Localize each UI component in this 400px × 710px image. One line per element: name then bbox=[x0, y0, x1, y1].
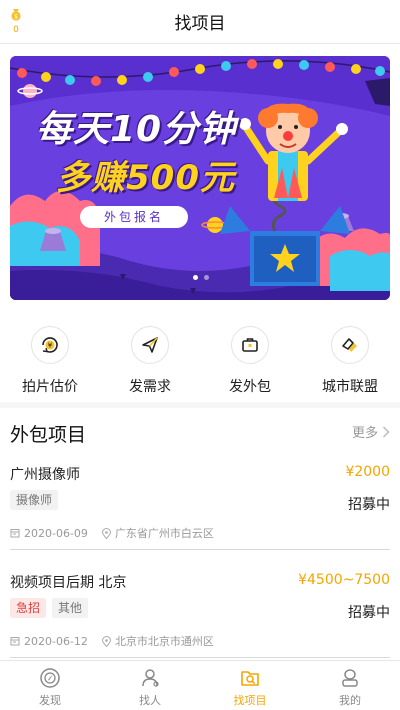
action-label: 城市联盟 bbox=[322, 379, 378, 395]
svg-text:¥: ¥ bbox=[48, 342, 53, 350]
folder-search-icon bbox=[241, 671, 259, 686]
coin-count: 0 bbox=[13, 25, 19, 35]
compass-icon bbox=[40, 668, 60, 688]
carousel-dot-1[interactable] bbox=[193, 275, 198, 280]
chevron-right-icon bbox=[382, 425, 390, 438]
project-card[interactable]: 视频项目后期 北京 ¥4500~7500 急招 其他 招募中 2020-06-1… bbox=[10, 572, 390, 658]
person-icon bbox=[142, 669, 159, 687]
more-label: 更多 bbox=[351, 426, 378, 441]
profile-icon bbox=[342, 669, 358, 687]
carousel-indicator[interactable] bbox=[193, 275, 209, 280]
project-status: 招募中 bbox=[348, 605, 390, 621]
banner-subheadline: 多赚500元 bbox=[56, 158, 235, 198]
calendar-icon bbox=[10, 637, 20, 646]
action-photo-estimate[interactable]: ¥ 拍片估价 bbox=[0, 326, 100, 396]
project-status: 招募中 bbox=[348, 497, 390, 513]
more-link[interactable]: 更多 bbox=[352, 422, 390, 441]
carousel-dot-2[interactable] bbox=[204, 275, 209, 280]
project-location: 北京市北京市通州区 bbox=[114, 635, 214, 648]
project-price: ¥2000 bbox=[345, 464, 390, 480]
top-bar: $ 0 找项目 bbox=[0, 0, 400, 44]
banner-headline: 每天10分钟 bbox=[36, 109, 237, 150]
project-meta: 2020-06-12 北京市北京市通州区 bbox=[10, 633, 214, 649]
tab-find-people[interactable]: 找人 bbox=[100, 661, 200, 710]
bottom-tab-bar: 发现 找人 找项目 我的 bbox=[0, 660, 400, 710]
action-post-outsource[interactable]: 发外包 bbox=[200, 326, 300, 396]
location-pin-icon bbox=[101, 635, 111, 647]
section-title: 外包项目 bbox=[10, 424, 87, 446]
project-price: ¥4500~7500 bbox=[298, 572, 390, 588]
project-location: 广东省广州市白云区 bbox=[114, 527, 214, 540]
project-meta: 2020-06-09 广东省广州市白云区 bbox=[10, 525, 214, 541]
action-label: 发外包 bbox=[229, 379, 271, 395]
handshake-icon bbox=[331, 326, 369, 364]
project-date: 2020-06-09 bbox=[24, 526, 88, 540]
project-tags: 急招 其他 bbox=[10, 598, 89, 618]
urgent-tag: 急招 bbox=[10, 598, 47, 618]
action-label: 发需求 bbox=[129, 379, 171, 395]
action-label: 拍片估价 bbox=[22, 379, 78, 395]
action-city-alliance[interactable]: 城市联盟 bbox=[300, 326, 400, 396]
quick-actions: ¥ 拍片估价 发需求 发外包 城市联盟 bbox=[0, 326, 400, 396]
project-tags: 摄像师 bbox=[10, 490, 59, 510]
calendar-icon bbox=[10, 529, 20, 538]
section-divider bbox=[0, 402, 400, 408]
tab-label: 找人 bbox=[139, 694, 161, 707]
tab-find-projects[interactable]: 找项目 bbox=[200, 661, 300, 710]
money-bag-icon: $ bbox=[11, 9, 21, 21]
coin-balance[interactable]: $ 0 bbox=[8, 6, 24, 35]
tab-discover[interactable]: 发现 bbox=[0, 661, 100, 710]
tab-label: 发现 bbox=[39, 694, 61, 707]
tab-label: 找项目 bbox=[233, 694, 267, 707]
project-card[interactable]: 广州摄像师 ¥2000 摄像师 招募中 2020-06-09 广东省广州市白云区 bbox=[10, 464, 390, 550]
action-post-request[interactable]: 发需求 bbox=[100, 326, 200, 396]
svg-text:$: $ bbox=[14, 13, 18, 20]
tab-label: 我的 bbox=[339, 694, 361, 707]
briefcase-icon bbox=[231, 326, 269, 364]
promo-banner[interactable]: 每天10分钟 多赚500元 外包报名 bbox=[10, 56, 390, 300]
page-title: 找项目 bbox=[174, 14, 226, 34]
project-date: 2020-06-12 bbox=[24, 634, 88, 648]
tab-mine[interactable]: 我的 bbox=[300, 661, 400, 710]
project-name: 广州摄像师 bbox=[10, 467, 80, 483]
outsource-signup-button[interactable]: 外包报名 bbox=[80, 206, 188, 228]
project-name: 视频项目后期 北京 bbox=[10, 575, 127, 591]
location-pin-icon bbox=[101, 527, 111, 539]
paper-plane-icon bbox=[131, 326, 169, 364]
app: $ 0 找项目 每天10分钟 多赚500元 外包报名 ¥ 拍片估价 发需求 发外… bbox=[0, 0, 400, 710]
tag: 其他 bbox=[52, 598, 89, 618]
camera-estimate-icon: ¥ bbox=[31, 326, 69, 364]
tag: 摄像师 bbox=[10, 490, 59, 510]
